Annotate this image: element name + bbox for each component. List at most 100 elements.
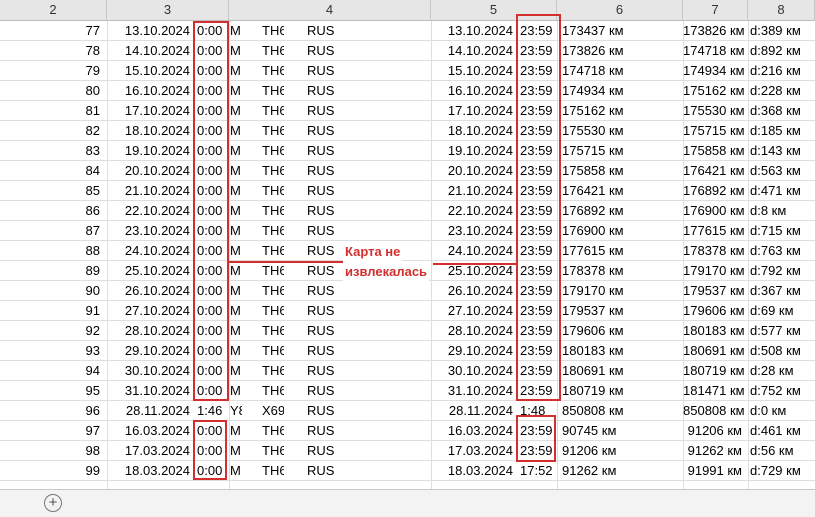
cell-a[interactable]: M [230,421,242,440]
cell-a[interactable]: M [230,21,242,40]
cell-a[interactable]: M [230,41,242,60]
cell-n[interactable]: 89 [0,261,103,280]
cell-n[interactable]: 96 [0,401,103,420]
cell-t2[interactable]: 23:59 [520,381,558,400]
cell-b[interactable]: TH6 [262,221,284,240]
cell-km1[interactable]: 179170 км [562,281,680,300]
cell-km1[interactable]: 176900 км [562,221,680,240]
cell-d1[interactable]: 30.10.2024 [107,361,193,380]
cell-diff[interactable]: d:461 км [750,421,815,440]
cell-b[interactable]: TH6 [262,301,284,320]
cell-a[interactable]: M [230,461,242,480]
cell-diff[interactable]: d:0 км [750,401,815,420]
cell-d2[interactable]: 16.10.2024 [431,81,516,100]
cell-t1[interactable]: 0:00 [197,241,229,260]
cell-n[interactable]: 85 [0,181,103,200]
cell-country[interactable]: RUS [307,61,347,80]
cell-t1[interactable]: 0:00 [197,221,229,240]
cell-d1[interactable]: 21.10.2024 [107,181,193,200]
cell-km2[interactable]: 177615 км [683,221,745,240]
cell-km1[interactable]: 178378 км [562,261,680,280]
cell-diff[interactable]: d:792 км [750,261,815,280]
cell-d1[interactable]: 28.11.2024 [107,401,193,420]
cell-b[interactable]: TH6 [262,121,284,140]
cell-diff[interactable]: d:508 км [750,341,815,360]
cell-diff[interactable]: d:185 км [750,121,815,140]
cell-diff[interactable]: d:389 км [750,21,815,40]
cell-n[interactable]: 98 [0,441,103,460]
cell-t1[interactable]: 0:00 [197,441,229,460]
cell-a[interactable]: M [230,241,242,260]
cell-n[interactable]: 91 [0,301,103,320]
cell-country[interactable]: RUS [307,81,347,100]
cell-d1[interactable]: 17.10.2024 [107,101,193,120]
cell-country[interactable]: RUS [307,381,347,400]
cell-n[interactable]: 77 [0,21,103,40]
cell-d2[interactable]: 17.03.2024 [431,441,516,460]
cell-d1[interactable]: 17.03.2024 [107,441,193,460]
cell-km1[interactable]: 173826 км [562,41,680,60]
cell-a[interactable]: M [230,201,242,220]
cell-km2[interactable]: 174934 км [683,61,745,80]
cell-t1[interactable]: 0:00 [197,261,229,280]
cell-diff[interactable]: d:715 км [750,221,815,240]
cell-d1[interactable]: 28.10.2024 [107,321,193,340]
cell-km1[interactable]: 174718 км [562,61,680,80]
cell-d1[interactable]: 25.10.2024 [107,261,193,280]
cell-b[interactable]: X69 [262,401,284,420]
cell-t2[interactable]: 23:59 [520,61,558,80]
cell-t1[interactable]: 0:00 [197,301,229,320]
cell-n[interactable]: 92 [0,321,103,340]
cell-t2[interactable]: 23:59 [520,241,558,260]
cell-km2[interactable]: 179537 км [683,281,745,300]
cell-a[interactable]: M [230,81,242,100]
cell-d1[interactable]: 16.03.2024 [107,421,193,440]
cell-t2[interactable]: 23:59 [520,201,558,220]
cell-km2[interactable]: 176900 км [683,201,745,220]
cell-d1[interactable]: 29.10.2024 [107,341,193,360]
cell-a[interactable]: M [230,321,242,340]
cell-d1[interactable]: 31.10.2024 [107,381,193,400]
column-header-3[interactable]: 3 [107,0,229,20]
cell-diff[interactable]: d:577 км [750,321,815,340]
cell-km1[interactable]: 175162 км [562,101,680,120]
cell-b[interactable]: TH6 [262,361,284,380]
cell-t1[interactable]: 0:00 [197,101,229,120]
cell-diff[interactable]: d:56 км [750,441,815,460]
cell-country[interactable]: RUS [307,401,347,420]
cell-b[interactable]: TH6 [262,241,284,260]
cell-a[interactable]: M [230,301,242,320]
cell-n[interactable]: 82 [0,121,103,140]
cell-d2[interactable]: 22.10.2024 [431,201,516,220]
cell-d2[interactable]: 27.10.2024 [431,301,516,320]
cell-n[interactable]: 81 [0,101,103,120]
cell-b[interactable]: TH6 [262,21,284,40]
cell-a[interactable]: M [230,221,242,240]
cell-country[interactable]: RUS [307,321,347,340]
cell-n[interactable]: 90 [0,281,103,300]
cell-d2[interactable]: 14.10.2024 [431,41,516,60]
cell-country[interactable]: RUS [307,241,347,260]
cell-t2[interactable]: 23:59 [520,21,558,40]
cell-b[interactable]: TH6 [262,261,284,280]
cell-n[interactable]: 87 [0,221,103,240]
cell-t1[interactable]: 0:00 [197,121,229,140]
cell-b[interactable]: TH6 [262,101,284,120]
cell-a[interactable]: M [230,281,242,300]
cell-t1[interactable]: 0:00 [197,41,229,60]
cell-b[interactable]: TH6 [262,141,284,160]
cell-n[interactable]: 83 [0,141,103,160]
cell-t2[interactable]: 23:59 [520,281,558,300]
cell-km1[interactable]: 175715 км [562,141,680,160]
cell-country[interactable]: RUS [307,21,347,40]
cell-diff[interactable]: d:216 км [750,61,815,80]
cell-d1[interactable]: 19.10.2024 [107,141,193,160]
cell-km1[interactable]: 850808 км [562,401,680,420]
cell-country[interactable]: RUS [307,421,347,440]
cell-km2[interactable]: 176892 км [683,181,745,200]
cell-d2[interactable]: 23.10.2024 [431,221,516,240]
cell-d2[interactable]: 29.10.2024 [431,341,516,360]
cell-km2[interactable]: 850808 км [683,401,745,420]
cell-d2[interactable]: 13.10.2024 [431,21,516,40]
cell-n[interactable]: 99 [0,461,103,480]
